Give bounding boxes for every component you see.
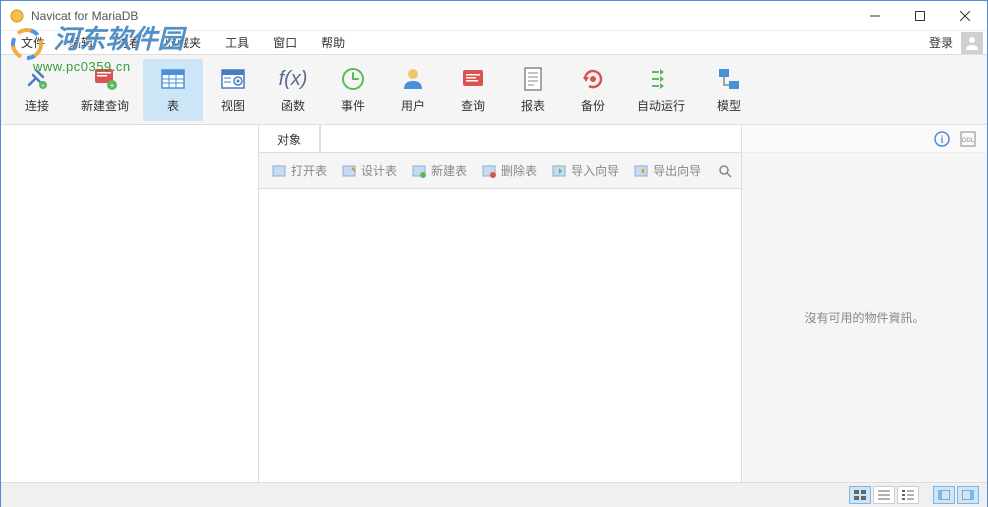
- toolbar-event[interactable]: 事件: [323, 59, 383, 121]
- toolbar-table[interactable]: 表: [143, 59, 203, 121]
- action-open-table[interactable]: 打开表: [265, 158, 333, 183]
- action-export-wizard[interactable]: 导出向导: [627, 158, 707, 183]
- toolbar-function[interactable]: f(x) 函数: [263, 59, 323, 121]
- info-panel: i DDL 沒有可用的物件資訊。: [742, 125, 987, 482]
- view-list-icon[interactable]: [873, 486, 895, 504]
- tab-row: 对象: [259, 125, 741, 153]
- toolbar-label: 用户: [401, 97, 425, 114]
- design-icon: [341, 163, 357, 179]
- action-label: 导入向导: [571, 162, 619, 179]
- toolbar-backup[interactable]: 备份: [563, 59, 623, 121]
- import-icon: [551, 163, 567, 179]
- panel-left-icon[interactable]: [933, 486, 955, 504]
- delete-icon: [481, 163, 497, 179]
- window-title: Navicat for MariaDB: [31, 9, 852, 23]
- search-icon: [718, 164, 732, 178]
- toolbar-connect[interactable]: + 连接: [7, 59, 67, 121]
- svg-text:i: i: [941, 135, 944, 146]
- report-icon: [519, 65, 547, 93]
- menu-file[interactable]: 文件: [9, 31, 57, 55]
- toolbar-label: 报表: [521, 97, 545, 114]
- menu-tools[interactable]: 工具: [213, 31, 261, 55]
- user-icon: [399, 65, 427, 93]
- menu-help[interactable]: 帮助: [309, 31, 357, 55]
- newquery-icon: +: [91, 65, 119, 93]
- query-icon: [459, 65, 487, 93]
- toolbar-label: 备份: [581, 97, 605, 114]
- toolbar-label: 新建查询: [81, 97, 129, 114]
- action-label: 新建表: [431, 162, 467, 179]
- menu-view[interactable]: 查看: [105, 31, 153, 55]
- panel-right-icon[interactable]: [957, 486, 979, 504]
- action-import-wizard[interactable]: 导入向导: [545, 158, 625, 183]
- avatar-icon[interactable]: [961, 32, 983, 54]
- maximize-button[interactable]: [897, 1, 942, 30]
- svg-text:+: +: [110, 81, 115, 90]
- tab-objects[interactable]: 对象: [259, 125, 320, 152]
- toolbar-label: 视图: [221, 97, 245, 114]
- open-icon: [271, 163, 287, 179]
- content-area: 对象 打开表 设计表 新建表 删除表 导入向导 导出向导 i DDL 沒有可用的…: [1, 125, 987, 482]
- table-icon: [159, 65, 187, 93]
- action-label: 打开表: [291, 162, 327, 179]
- menubar: 文件 编辑 查看 收藏夹 工具 窗口 帮助 登录: [1, 31, 987, 55]
- minimize-button[interactable]: [852, 1, 897, 30]
- menu-favorites[interactable]: 收藏夹: [153, 31, 213, 55]
- object-list[interactable]: [259, 189, 741, 482]
- auto-icon: [647, 65, 675, 93]
- clock-icon: [339, 65, 367, 93]
- toolbar-user[interactable]: 用户: [383, 59, 443, 121]
- connection-tree[interactable]: [1, 125, 259, 482]
- svg-text:DDL: DDL: [962, 138, 975, 144]
- toolbar-model[interactable]: 模型: [699, 59, 759, 121]
- object-actionbar: 打开表 设计表 新建表 删除表 导入向导 导出向导: [259, 153, 741, 189]
- toolbar-autorun[interactable]: 自动运行: [623, 59, 699, 121]
- svg-text:+: +: [41, 84, 45, 90]
- fx-icon: f(x): [279, 65, 307, 93]
- titlebar: Navicat for MariaDB: [1, 1, 987, 31]
- export-icon: [633, 163, 649, 179]
- action-label: 设计表: [361, 162, 397, 179]
- toolbar-label: 模型: [717, 97, 741, 114]
- toolbar-view[interactable]: 视图: [203, 59, 263, 121]
- toolbar-label: 函数: [281, 97, 305, 114]
- toolbar-label: 表: [167, 97, 179, 114]
- toolbar-label: 事件: [341, 97, 365, 114]
- backup-icon: [579, 65, 607, 93]
- action-label: 导出向导: [653, 162, 701, 179]
- svg-text:f(x): f(x): [279, 68, 307, 90]
- new-icon: [411, 163, 427, 179]
- action-label: 删除表: [501, 162, 537, 179]
- plug-icon: +: [23, 65, 51, 93]
- login-link[interactable]: 登录: [921, 34, 961, 51]
- ddl-icon[interactable]: DDL: [959, 130, 977, 148]
- menu-edit[interactable]: 编辑: [57, 31, 105, 55]
- close-button[interactable]: [942, 1, 987, 30]
- toolbar-report[interactable]: 报表: [503, 59, 563, 121]
- action-delete-table[interactable]: 删除表: [475, 158, 543, 183]
- main-toolbar: + 连接 + 新建查询 表 视图 f(x) 函数 事件 用户 查询 报表 备份 …: [1, 55, 987, 125]
- toolbar-label: 连接: [25, 97, 49, 114]
- toolbar-label: 自动运行: [637, 97, 685, 114]
- action-new-table[interactable]: 新建表: [405, 158, 473, 183]
- view-icon: [219, 65, 247, 93]
- toolbar-new-query[interactable]: + 新建查询: [67, 59, 143, 121]
- info-icon[interactable]: i: [933, 130, 951, 148]
- menu-window[interactable]: 窗口: [261, 31, 309, 55]
- view-grid-icon[interactable]: [849, 486, 871, 504]
- model-icon: [715, 65, 743, 93]
- toolbar-query[interactable]: 查询: [443, 59, 503, 121]
- search-button[interactable]: [715, 161, 735, 181]
- empty-message: 沒有可用的物件資訊。: [804, 309, 924, 326]
- statusbar: [1, 482, 987, 507]
- action-design-table[interactable]: 设计表: [335, 158, 403, 183]
- center-panel: 对象 打开表 设计表 新建表 删除表 导入向导 导出向导: [259, 125, 742, 482]
- toolbar-label: 查询: [461, 97, 485, 114]
- app-icon: [9, 8, 25, 24]
- view-detail-icon[interactable]: [897, 486, 919, 504]
